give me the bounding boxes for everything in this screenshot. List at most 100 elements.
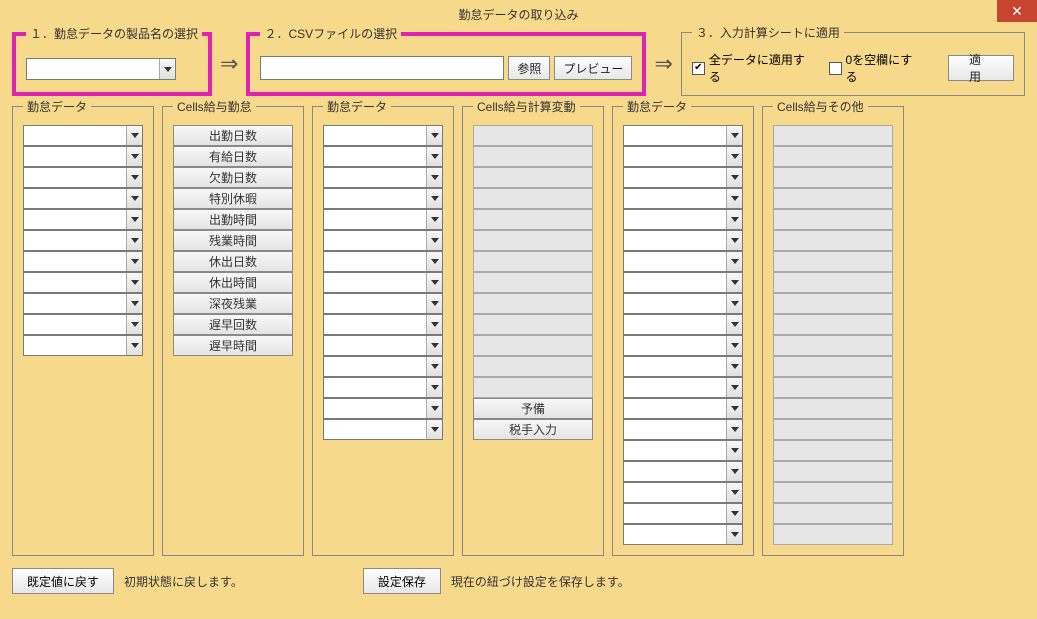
- chevron-down-icon: [726, 483, 742, 502]
- chevron-down-icon: [159, 59, 175, 79]
- mapping-dropdown[interactable]: [323, 314, 443, 335]
- mapping-dropdown[interactable]: [323, 335, 443, 356]
- preview-button[interactable]: プレビュー: [554, 56, 632, 80]
- mapping-dropdown[interactable]: [623, 461, 743, 482]
- mapping-dropdown[interactable]: [623, 146, 743, 167]
- mapping-dropdown[interactable]: [623, 293, 743, 314]
- readonly-field: [473, 377, 593, 398]
- mapping-dropdown[interactable]: [23, 230, 143, 251]
- mapping-dropdown[interactable]: [623, 314, 743, 335]
- mapping-dropdown[interactable]: [623, 272, 743, 293]
- mapping-dropdown[interactable]: [623, 440, 743, 461]
- mapping-dropdown[interactable]: [323, 377, 443, 398]
- mapping-dropdown[interactable]: [623, 251, 743, 272]
- mapping-dropdown[interactable]: [23, 272, 143, 293]
- mapping-dropdown[interactable]: [23, 167, 143, 188]
- mapping-dropdown[interactable]: [323, 188, 443, 209]
- mapping-dropdown[interactable]: [623, 188, 743, 209]
- mapping-dropdown[interactable]: [323, 293, 443, 314]
- mapping-dropdown[interactable]: [623, 419, 743, 440]
- mapping-dropdown[interactable]: [323, 125, 443, 146]
- mapping-dropdown[interactable]: [623, 167, 743, 188]
- readonly-field: [773, 377, 893, 398]
- step-row: １．勤怠データの製品名の選択 ⇒ ２．CSVファイルの選択 参照 プレビュー ⇒…: [12, 32, 1025, 96]
- mapping-dropdown[interactable]: [623, 524, 743, 545]
- cells-kintai-item[interactable]: 休出日数: [173, 251, 293, 272]
- mapping-dropdown[interactable]: [23, 335, 143, 356]
- readonly-field: [773, 230, 893, 251]
- step2-group: ２．CSVファイルの選択 参照 プレビュー: [246, 32, 646, 96]
- step3-group: ３．入力計算シートに適用 ✔ 全データに適用する 0を空欄にする 適用: [681, 32, 1025, 96]
- chevron-down-icon: [726, 189, 742, 208]
- mapping-dropdown[interactable]: [623, 125, 743, 146]
- col-kintai-2-legend: 勤怠データ: [323, 98, 391, 115]
- cells-kintai-item[interactable]: 深夜残業: [173, 293, 293, 314]
- chevron-down-icon: [426, 231, 442, 250]
- close-icon: ✕: [1011, 3, 1023, 20]
- mapping-dropdown[interactable]: [623, 377, 743, 398]
- checkbox-icon: [829, 62, 842, 75]
- cells-kintai-item[interactable]: 出勤時間: [173, 209, 293, 230]
- cells-kintai-item[interactable]: 特別休暇: [173, 188, 293, 209]
- mapping-dropdown[interactable]: [23, 209, 143, 230]
- mapping-dropdown[interactable]: [623, 230, 743, 251]
- reset-button[interactable]: 既定値に戻す: [12, 568, 114, 594]
- chevron-down-icon: [126, 273, 142, 292]
- chevron-down-icon: [726, 357, 742, 376]
- cells-kintai-item[interactable]: 欠勤日数: [173, 167, 293, 188]
- cells-kintai-item[interactable]: 残業時間: [173, 230, 293, 251]
- chevron-down-icon: [426, 315, 442, 334]
- mapping-dropdown[interactable]: [323, 272, 443, 293]
- mapping-dropdown[interactable]: [23, 125, 143, 146]
- save-button[interactable]: 設定保存: [363, 568, 441, 594]
- product-select[interactable]: [26, 58, 176, 80]
- mapping-dropdown[interactable]: [623, 482, 743, 503]
- mapping-dropdown[interactable]: [323, 167, 443, 188]
- zei-button[interactable]: 税手入力: [473, 419, 593, 440]
- chevron-down-icon: [126, 168, 142, 187]
- col-kintai-2: 勤怠データ: [312, 106, 454, 556]
- chevron-down-icon: [726, 252, 742, 271]
- mapping-dropdown[interactable]: [323, 209, 443, 230]
- mapping-dropdown[interactable]: [623, 398, 743, 419]
- mapping-dropdown[interactable]: [23, 251, 143, 272]
- mapping-dropdown[interactable]: [23, 293, 143, 314]
- mapping-dropdown[interactable]: [323, 398, 443, 419]
- mapping-dropdown[interactable]: [323, 251, 443, 272]
- readonly-field: [473, 146, 593, 167]
- yobi-button[interactable]: 予備: [473, 398, 593, 419]
- step1-legend: １．勤怠データの製品名の選択: [26, 25, 202, 42]
- apply-all-checkbox[interactable]: ✔ 全データに適用する: [692, 51, 817, 85]
- cells-kintai-item[interactable]: 出勤日数: [173, 125, 293, 146]
- mapping-dropdown[interactable]: [323, 356, 443, 377]
- chevron-down-icon: [126, 231, 142, 250]
- mapping-dropdown[interactable]: [23, 314, 143, 335]
- cells-kintai-item[interactable]: 休出時間: [173, 272, 293, 293]
- mapping-dropdown[interactable]: [23, 146, 143, 167]
- zero-blank-checkbox[interactable]: 0を空欄にする: [829, 51, 925, 85]
- chevron-down-icon: [426, 189, 442, 208]
- mapping-dropdown[interactable]: [623, 209, 743, 230]
- mapping-dropdown[interactable]: [23, 188, 143, 209]
- readonly-field: [473, 167, 593, 188]
- mapping-dropdown[interactable]: [623, 503, 743, 524]
- chevron-down-icon: [426, 336, 442, 355]
- arrow-icon: ⇒: [218, 51, 240, 77]
- mapping-dropdown[interactable]: [323, 230, 443, 251]
- cells-kintai-item[interactable]: 有給日数: [173, 146, 293, 167]
- close-button[interactable]: ✕: [997, 0, 1037, 22]
- mapping-dropdown[interactable]: [323, 146, 443, 167]
- chevron-down-icon: [726, 399, 742, 418]
- col-kintai-3-legend: 勤怠データ: [623, 98, 691, 115]
- apply-all-label: 全データに適用する: [709, 51, 817, 85]
- apply-button[interactable]: 適用: [948, 55, 1014, 81]
- chevron-down-icon: [126, 294, 142, 313]
- browse-button[interactable]: 参照: [508, 56, 550, 80]
- mapping-dropdown[interactable]: [623, 356, 743, 377]
- readonly-field: [473, 272, 593, 293]
- mapping-dropdown[interactable]: [323, 419, 443, 440]
- mapping-dropdown[interactable]: [623, 335, 743, 356]
- cells-kintai-item[interactable]: 遅早回数: [173, 314, 293, 335]
- csv-path-input[interactable]: [260, 56, 504, 80]
- cells-kintai-item[interactable]: 遅早時間: [173, 335, 293, 356]
